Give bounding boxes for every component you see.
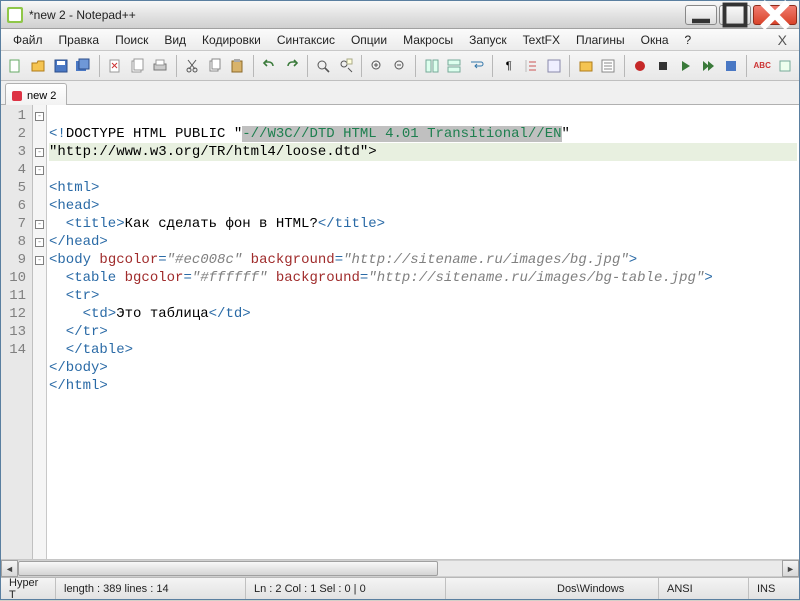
fold-toggle-icon[interactable]: - <box>35 256 44 265</box>
status-bar: Hyper T length : 389 lines : 14 Ln : 2 C… <box>1 577 799 599</box>
indent-guide-icon[interactable] <box>521 55 542 77</box>
menu-syntax[interactable]: Синтаксис <box>269 31 343 49</box>
menu-edit[interactable]: Правка <box>51 31 108 49</box>
paste-icon[interactable] <box>227 55 248 77</box>
zoom-out-icon[interactable] <box>390 55 411 77</box>
code-content[interactable]: <!DOCTYPE HTML PUBLIC "-//W3C//DTD HTML … <box>47 105 799 559</box>
menu-encoding[interactable]: Кодировки <box>194 31 269 49</box>
save-all-icon[interactable] <box>73 55 94 77</box>
record-macro-icon[interactable] <box>630 55 651 77</box>
folder-view-icon[interactable] <box>575 55 596 77</box>
separator <box>361 55 362 77</box>
stop-macro-icon[interactable] <box>652 55 673 77</box>
close-all-icon[interactable] <box>127 55 148 77</box>
status-language: Hyper T <box>1 578 56 599</box>
fold-gutter: - - - - - - <box>33 105 47 559</box>
toolbar: ¶ ABC <box>1 51 799 81</box>
menu-run[interactable]: Запуск <box>461 31 515 49</box>
cut-icon[interactable] <box>182 55 203 77</box>
sync-h-icon[interactable] <box>444 55 465 77</box>
wrap-icon[interactable] <box>467 55 488 77</box>
unsaved-indicator-icon <box>12 91 22 101</box>
play-macro-icon[interactable] <box>675 55 696 77</box>
menu-textfx[interactable]: TextFX <box>515 31 568 49</box>
fold-toggle-icon[interactable]: - <box>35 220 44 229</box>
function-list-icon[interactable] <box>598 55 619 77</box>
separator <box>569 55 570 77</box>
plugin-icon[interactable] <box>775 55 796 77</box>
fold-toggle-icon[interactable]: - <box>35 148 44 157</box>
zoom-in-icon[interactable] <box>367 55 388 77</box>
redo-icon[interactable] <box>281 55 302 77</box>
separator <box>307 55 308 77</box>
separator <box>99 55 100 77</box>
separator <box>415 55 416 77</box>
title-bar[interactable]: *new 2 - Notepad++ <box>1 1 799 29</box>
menu-options[interactable]: Опции <box>343 31 395 49</box>
status-insert-mode: INS <box>749 578 799 599</box>
replace-icon[interactable] <box>335 55 356 77</box>
status-length: length : 389 lines : 14 <box>56 578 246 599</box>
menu-help[interactable]: ? <box>677 31 700 49</box>
menu-plugins[interactable]: Плагины <box>568 31 633 49</box>
scroll-thumb[interactable] <box>18 561 438 576</box>
editor-area[interactable]: 123 456 789 101112 1314 - - - - - - <!DO… <box>1 105 799 559</box>
scroll-right-arrow-icon[interactable]: ► <box>782 560 799 577</box>
status-position: Ln : 2 Col : 1 Sel : 0 | 0 <box>246 578 446 599</box>
spellcheck-icon[interactable]: ABC <box>752 55 773 77</box>
menu-file[interactable]: Файл <box>5 31 51 49</box>
horizontal-scrollbar[interactable]: ◄ ► <box>1 559 799 577</box>
separator <box>176 55 177 77</box>
separator <box>492 55 493 77</box>
tab-label: new 2 <box>27 90 56 102</box>
menu-macros[interactable]: Макросы <box>395 31 461 49</box>
tab-bar: new 2 <box>1 81 799 105</box>
copy-icon[interactable] <box>204 55 225 77</box>
save-macro-icon[interactable] <box>720 55 741 77</box>
print-icon[interactable] <box>150 55 171 77</box>
separator <box>746 55 747 77</box>
close-button[interactable] <box>753 5 797 25</box>
open-file-icon[interactable] <box>28 55 49 77</box>
line-number-gutter: 123 456 789 101112 1314 <box>1 105 33 559</box>
separator <box>624 55 625 77</box>
menu-close-x[interactable]: X <box>770 30 795 50</box>
show-chars-icon[interactable]: ¶ <box>498 55 519 77</box>
fold-toggle-icon[interactable]: - <box>35 166 44 175</box>
app-window: *new 2 - Notepad++ Файл Правка Поиск Вид… <box>0 0 800 600</box>
menu-view[interactable]: Вид <box>156 31 194 49</box>
close-file-icon[interactable] <box>105 55 126 77</box>
window-title: *new 2 - Notepad++ <box>29 8 685 22</box>
fold-toggle-icon[interactable]: - <box>35 238 44 247</box>
new-file-icon[interactable] <box>5 55 26 77</box>
maximize-button[interactable] <box>719 5 751 25</box>
status-eol: Dos\Windows <box>549 578 659 599</box>
status-encoding: ANSI <box>659 578 749 599</box>
menu-windows[interactable]: Окна <box>633 31 677 49</box>
fold-toggle-icon[interactable]: - <box>35 112 44 121</box>
menu-bar: Файл Правка Поиск Вид Кодировки Синтакси… <box>1 29 799 51</box>
app-icon <box>7 7 23 23</box>
scroll-left-arrow-icon[interactable]: ◄ <box>1 560 18 577</box>
sync-v-icon[interactable] <box>421 55 442 77</box>
menu-search[interactable]: Поиск <box>107 31 156 49</box>
separator <box>253 55 254 77</box>
save-icon[interactable] <box>50 55 71 77</box>
play-multi-icon[interactable] <box>698 55 719 77</box>
scroll-track[interactable] <box>18 560 782 577</box>
minimize-button[interactable] <box>685 5 717 25</box>
undo-icon[interactable] <box>259 55 280 77</box>
lang-icon[interactable] <box>544 55 565 77</box>
tab-active[interactable]: new 2 <box>5 83 67 105</box>
find-icon[interactable] <box>313 55 334 77</box>
